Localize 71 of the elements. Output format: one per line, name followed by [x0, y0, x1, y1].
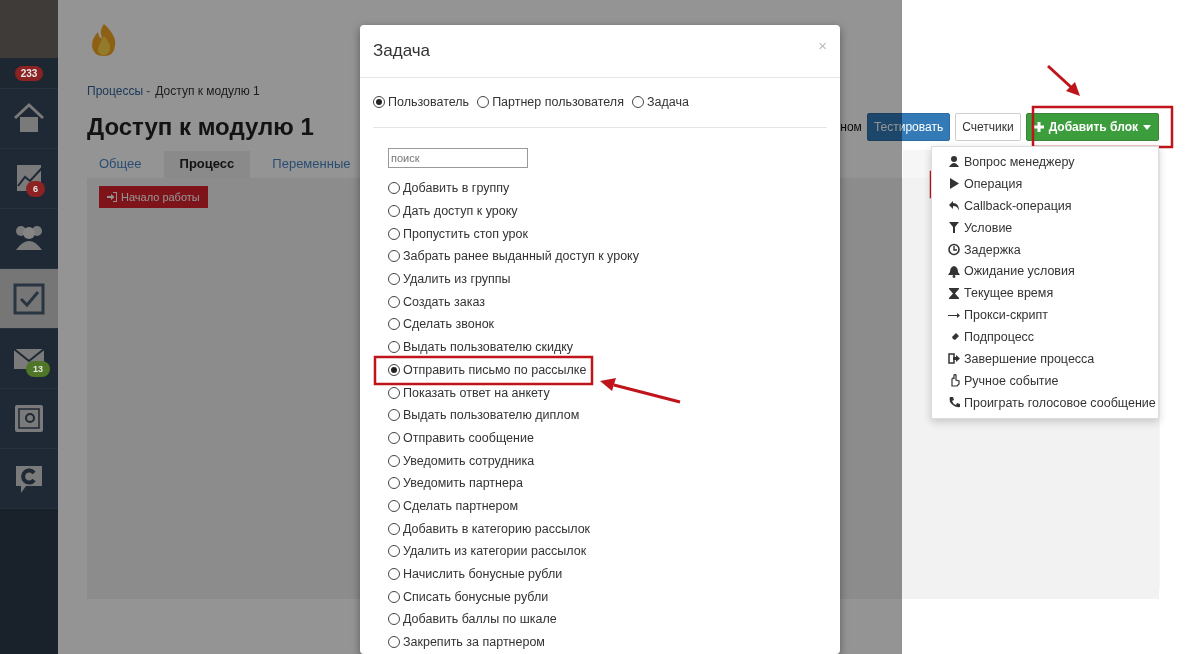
radio-option[interactable]: Отправить письмо по рассылке — [388, 358, 827, 382]
radio-option[interactable]: Выдать пользователю диплом — [388, 403, 827, 427]
radio-option[interactable]: Удалить из группы — [388, 267, 827, 291]
clock-icon — [948, 243, 960, 256]
menu-item[interactable]: Прокси-скрипт — [932, 304, 1158, 327]
filter-icon — [948, 221, 960, 235]
tab[interactable]: Процесс — [163, 151, 251, 178]
radio-option[interactable]: Уведомить сотрудника — [388, 449, 827, 472]
radio-option[interactable]: Партнер пользователя — [477, 95, 624, 109]
count-badge: 6 — [26, 181, 45, 197]
radio-option[interactable]: Удалить из категории рассылок — [388, 540, 827, 563]
menu-item[interactable]: Текущее время — [932, 282, 1158, 305]
search-field[interactable]: поиск — [388, 148, 528, 168]
radio-option[interactable]: Списать бонусные рубли — [388, 585, 827, 609]
sidebar-item[interactable] — [0, 89, 58, 149]
menu-item[interactable]: Операция — [932, 172, 1158, 195]
menu-item[interactable]: Задержка — [932, 238, 1158, 261]
count-badge: 13 — [26, 361, 50, 377]
menu-item[interactable]: Условие — [932, 216, 1158, 239]
menu-item[interactable]: Подпроцесс — [932, 326, 1158, 348]
sidebar-item[interactable] — [0, 209, 58, 269]
sidebar-item[interactable] — [0, 389, 58, 449]
radio-option[interactable]: Показать ответ на анкету — [388, 381, 827, 404]
radio-option[interactable]: Начислить бонусные рубли — [388, 562, 827, 586]
notification-count: 233 — [14, 65, 44, 81]
exit-icon — [948, 352, 960, 366]
menu-item[interactable]: Вопрос менеджеру — [932, 151, 1158, 173]
breadcrumb-current: Доступ к модулю 1 — [155, 84, 260, 100]
toolbar-text: ном — [840, 120, 862, 134]
menu-item[interactable]: Ручное событие — [932, 369, 1158, 392]
modal-title: Задача — [373, 41, 431, 61]
radio-option[interactable]: Уведомить партнера — [388, 471, 827, 495]
caret-icon — [1143, 124, 1151, 130]
annotation-arrow — [1047, 64, 1080, 96]
sidebar-item[interactable] — [0, 449, 58, 509]
counters-button[interactable]: Счетчики — [955, 113, 1021, 141]
user-icon — [948, 155, 960, 169]
menu-item[interactable]: Завершение процесса — [932, 348, 1158, 370]
radio-option[interactable]: Сделать звонок — [388, 313, 827, 336]
radio-option[interactable]: Отправить сообщение — [388, 426, 827, 450]
radio-option[interactable]: Закрепить за партнером — [388, 630, 827, 654]
radio-option[interactable]: Дать доступ к уроку — [388, 199, 827, 223]
breadcrumb-link[interactable]: Процессы - — [87, 84, 151, 100]
checkbox-icon — [12, 281, 46, 316]
radio-option[interactable]: Пропустить стоп урок — [388, 222, 827, 246]
radio-option[interactable]: Добавить в категорию рассылок — [388, 517, 827, 540]
radio-option[interactable]: Создать заказ — [388, 290, 827, 314]
start-block[interactable]: Начало работы — [99, 186, 208, 208]
radio-option[interactable]: Задача — [631, 95, 689, 109]
radio-option[interactable]: Выдать пользователю скидку — [388, 335, 827, 359]
reply-icon — [948, 199, 960, 213]
sidebar-item[interactable]: 6 — [0, 149, 58, 209]
play-icon — [948, 177, 960, 191]
radio-option[interactable]: Сделать партнером — [388, 494, 827, 518]
radio-option[interactable]: Добавить баллы по шкале — [388, 608, 827, 631]
sidebar-item[interactable]: 13 — [0, 329, 58, 389]
radio-option[interactable]: Забрать ранее выданный доступ к уроку — [388, 245, 827, 268]
hand-icon — [948, 374, 960, 388]
radio-option[interactable]: Добавить в группу — [388, 177, 827, 200]
test-button[interactable]: Тестировать — [866, 113, 951, 141]
menu-item[interactable]: Ожидание условия — [932, 260, 1158, 283]
phone-icon — [948, 396, 960, 410]
bell-icon — [948, 264, 960, 278]
sidebar-item[interactable] — [0, 269, 58, 329]
page-title: Доступ к модулю 1 — [87, 113, 314, 141]
radio-option[interactable]: Пользователь — [373, 95, 470, 109]
menu-item[interactable]: Callback-операция — [932, 194, 1158, 217]
menu-item[interactable]: Проиграть голосовое сообщение — [932, 391, 1158, 414]
sign-in-icon — [107, 192, 117, 202]
hourglass-icon — [948, 286, 960, 300]
plus-icon — [1033, 122, 1044, 132]
